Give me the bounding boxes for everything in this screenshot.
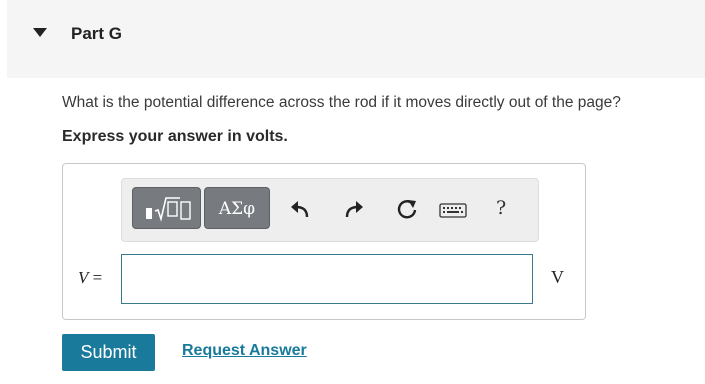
- part-title: Part G: [71, 24, 123, 43]
- equals-sign: =: [92, 268, 103, 287]
- variable-symbol: V: [78, 268, 89, 287]
- caret-down-icon[interactable]: [33, 28, 47, 38]
- greek-symbols-button[interactable]: ΑΣφ: [204, 187, 270, 229]
- unit-label: V: [551, 267, 564, 287]
- reset-button[interactable]: [394, 197, 420, 223]
- math-toolbar: ΑΣφ ?: [121, 178, 539, 242]
- answer-instruction: Express your answer in volts.: [62, 128, 288, 145]
- question-text: What is the potential difference across …: [62, 94, 621, 111]
- undo-button[interactable]: [287, 197, 313, 223]
- reset-icon: [397, 200, 417, 219]
- redo-button[interactable]: [341, 197, 367, 223]
- keyboard-button[interactable]: [438, 197, 468, 223]
- keyboard-icon: [439, 203, 467, 218]
- templates-sqrt-icon: [146, 197, 191, 222]
- help-button[interactable]: ?: [496, 197, 506, 219]
- redo-icon: [345, 201, 363, 218]
- submit-button[interactable]: Submit: [62, 334, 155, 371]
- templates-button[interactable]: [132, 187, 201, 229]
- variable-label: V =: [78, 268, 102, 288]
- request-answer-link[interactable]: Request Answer: [182, 342, 307, 360]
- greek-symbols-label: ΑΣφ: [218, 199, 256, 219]
- undo-icon: [291, 201, 309, 218]
- answer-box: ΑΣφ ? V = V: [62, 163, 586, 320]
- part-header[interactable]: Part G: [7, 0, 705, 78]
- answer-input[interactable]: [121, 254, 533, 304]
